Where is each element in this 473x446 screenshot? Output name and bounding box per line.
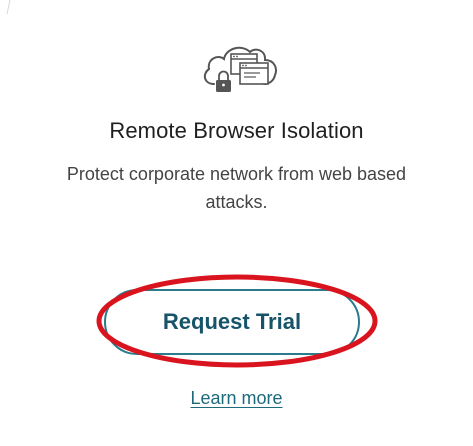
card-corner-mark — [6, 0, 12, 14]
card-description-line: attacks. — [205, 192, 268, 212]
learn-more-container: Learn more — [0, 388, 473, 409]
card-description-line: Protect corporate network from web based — [66, 164, 407, 184]
feature-card: Remote Browser Isolation Protect corpora… — [0, 0, 473, 446]
cloud-browser-lock-icon — [203, 46, 277, 92]
request-trial-button[interactable]: Request Trial — [104, 289, 360, 355]
card-title: Remote Browser Isolation — [109, 118, 364, 143]
card-description: Protect corporate network from web based… — [0, 160, 473, 216]
learn-more-link[interactable]: Learn more — [190, 388, 282, 408]
